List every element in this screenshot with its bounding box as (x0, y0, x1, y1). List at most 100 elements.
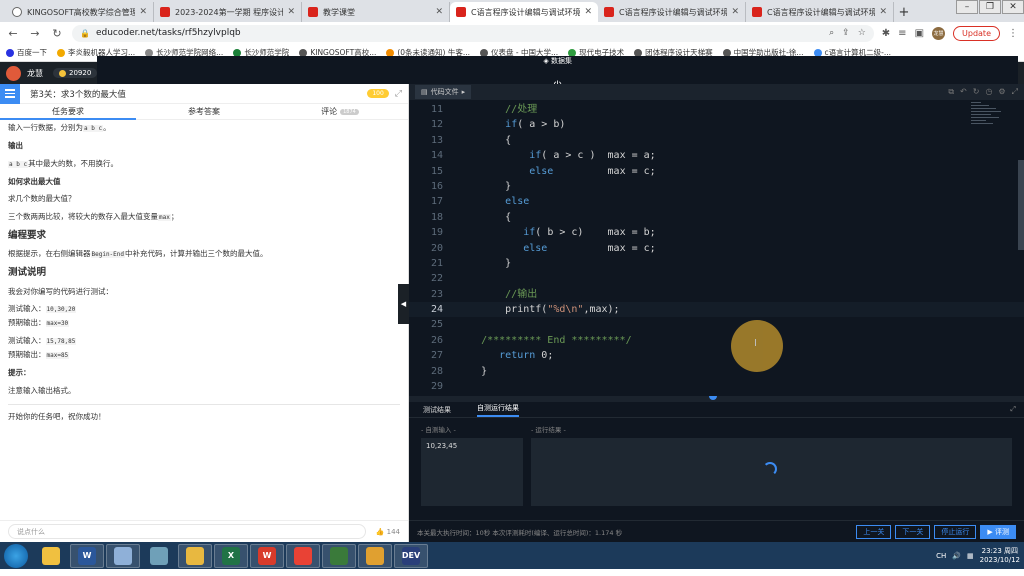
browser-tab[interactable]: C语言程序设计编辑与调试环境 ✕ (598, 2, 746, 22)
volume-icon[interactable]: 🔊 (952, 552, 961, 560)
code-line[interactable]: 22 (409, 271, 1024, 286)
tab-close-icon[interactable]: ✕ (879, 7, 887, 17)
code-line[interactable]: 17 else (409, 194, 1024, 209)
restore-icon[interactable]: ❐ (979, 0, 1001, 14)
code-line[interactable]: 15 else max = c; (409, 164, 1024, 179)
results-body: - 自测输入 - 10,23,45 - 运行结果 - (409, 418, 1024, 512)
new-tab-icon[interactable]: + (894, 2, 914, 22)
back-icon[interactable]: ← (6, 27, 20, 40)
tab-close-icon[interactable]: ✕ (139, 7, 147, 17)
code-line[interactable]: 11 //处理 (409, 102, 1024, 117)
user-name[interactable]: 龙慧 (27, 68, 43, 79)
taskbar-app[interactable] (106, 543, 140, 568)
bookmark-item[interactable]: 百度一下 (6, 47, 47, 58)
minimap[interactable] (971, 102, 1016, 132)
taskbar-app[interactable] (322, 543, 356, 568)
fullscreen-icon[interactable]: ⤢ (1012, 87, 1018, 97)
taskbar-app[interactable]: DEV (394, 543, 428, 568)
like-button[interactable]: 👍 144 (376, 528, 400, 536)
code-line[interactable]: 26 /********* End *********/ (409, 333, 1024, 348)
file-tab[interactable]: ▤ 代码文件 ▸ (415, 85, 472, 99)
tab-close-icon[interactable]: ✕ (584, 7, 592, 17)
tab-close-icon[interactable]: ✕ (731, 7, 739, 17)
self-input-box[interactable]: 10,23,45 (421, 438, 523, 506)
profile-avatar[interactable]: 龙慧 (932, 26, 946, 40)
code-line[interactable]: 27 return 0; (409, 348, 1024, 363)
code-line[interactable]: 23 //输出 (409, 287, 1024, 302)
code-line[interactable]: 20 else max = c; (409, 241, 1024, 256)
reading-list-icon[interactable]: ≡ (898, 28, 906, 39)
taskbar-app[interactable] (34, 544, 68, 568)
taskbar-app[interactable]: W (250, 543, 284, 568)
taskbar-app[interactable] (286, 543, 320, 568)
share-icon[interactable]: ⇪ (842, 28, 850, 38)
code-line[interactable]: 28 } (409, 364, 1024, 379)
tab-comments[interactable]: 评论 1874 (272, 104, 408, 119)
sidepanel-icon[interactable]: ▣ (915, 28, 924, 39)
tab-test-results[interactable]: 测试结果 (423, 405, 451, 415)
code-editor[interactable]: 11 //处理 12 if( a > b) 13 {14 if( a > c ) m… (409, 100, 1024, 396)
clock[interactable]: 23:23 周四 2023/10/12 (980, 547, 1020, 564)
extensions-icon[interactable]: ✱ (882, 28, 890, 39)
reload-icon[interactable]: ↻ (50, 27, 64, 40)
panel-resizer[interactable] (409, 396, 1024, 402)
start-button-icon[interactable] (4, 543, 28, 568)
code-line[interactable]: 18 { (409, 210, 1024, 225)
code-line[interactable]: 24 printf("%d\n",max); (409, 302, 1024, 318)
code-line[interactable]: 25 (409, 317, 1024, 332)
code-line[interactable]: 16 } (409, 179, 1024, 194)
code-line[interactable]: 14 if( a > c ) max = a; (409, 148, 1024, 163)
history-icon[interactable]: ◷ (985, 87, 992, 97)
code-line[interactable]: 12 if( a > b) (409, 117, 1024, 132)
settings-icon[interactable]: ⚙ (998, 87, 1005, 97)
user-avatar[interactable] (6, 65, 21, 81)
forward-icon[interactable]: → (28, 27, 42, 40)
stop-run-button[interactable]: 停止运行 (934, 524, 977, 539)
code-line[interactable]: 13 { (409, 133, 1024, 148)
expand-results-icon[interactable]: ⤢ (1010, 405, 1016, 414)
globe-icon (12, 7, 22, 17)
browser-tab[interactable]: KINGOSOFT高校教学综合管理 ✕ (6, 2, 154, 22)
bookmark-star-icon[interactable]: ☆ (858, 28, 866, 38)
copy-icon[interactable]: ⧉ (948, 87, 954, 97)
code-inline: 15,78,85 (45, 338, 77, 345)
prev-level-button[interactable]: 上一关 (856, 524, 892, 539)
code-line[interactable]: 21 } (409, 256, 1024, 271)
url-bar[interactable]: 🔒 educoder.net/tasks/rf5hzylvplqb ⌕ ⇪ ☆ (72, 24, 874, 42)
resize-handle-icon[interactable] (709, 396, 717, 400)
refresh-icon[interactable]: ↻ (973, 87, 980, 97)
taskbar-app[interactable]: X (214, 543, 248, 568)
expand-icon[interactable]: ⤢ (395, 89, 402, 99)
tab-reference-answer[interactable]: 参考答案 (136, 104, 272, 119)
code-line[interactable]: 19 if( b > c) max = b; (409, 225, 1024, 240)
lang-indicator[interactable]: CH (936, 552, 946, 560)
tab-close-icon[interactable]: ✕ (435, 7, 443, 17)
code-line[interactable]: 29 (409, 379, 1024, 394)
window-close-icon[interactable]: ✕ (1002, 0, 1024, 14)
taskbar-app[interactable] (358, 543, 392, 568)
comment-input[interactable]: 说点什么 (8, 524, 366, 539)
zoom-icon[interactable]: ⌕ (829, 28, 834, 38)
network-icon[interactable]: ▦ (967, 552, 974, 560)
browser-tab[interactable]: 2023-2024第一学期 程序设计 ✕ (154, 2, 302, 22)
taskbar-app[interactable]: W (70, 543, 104, 568)
code-inline: Begin-End (90, 251, 126, 258)
editor-scrollbar[interactable] (1018, 160, 1024, 250)
evaluate-button[interactable]: ▶ 评测 (980, 524, 1016, 539)
undo-icon[interactable]: ↶ (960, 87, 967, 97)
taskbar-app[interactable] (142, 544, 176, 568)
dataset-button[interactable]: ◈ 数据集 (543, 56, 572, 66)
update-button[interactable]: Update (953, 25, 1000, 41)
next-level-button[interactable]: 下一关 (895, 524, 931, 539)
menu-icon[interactable]: ⋮ (1008, 28, 1018, 39)
tab-self-test[interactable]: 自测运行结果 (477, 403, 519, 417)
tab-close-icon[interactable]: ✕ (287, 7, 295, 17)
collapse-panel-icon[interactable]: ◀ (398, 284, 409, 324)
browser-tab[interactable]: C语言程序设计编辑与调试环境 ✕ (746, 2, 894, 22)
tab-task-requirements[interactable]: 任务要求 (0, 104, 136, 120)
browser-tab[interactable]: C语言程序设计编辑与调试环境 ✕ (450, 2, 598, 22)
minimize-icon[interactable]: – (956, 0, 978, 14)
taskbar-app[interactable] (178, 543, 212, 568)
browser-tab[interactable]: 教学课堂 ✕ (302, 2, 450, 22)
hamburger-menu-icon[interactable] (0, 83, 20, 104)
